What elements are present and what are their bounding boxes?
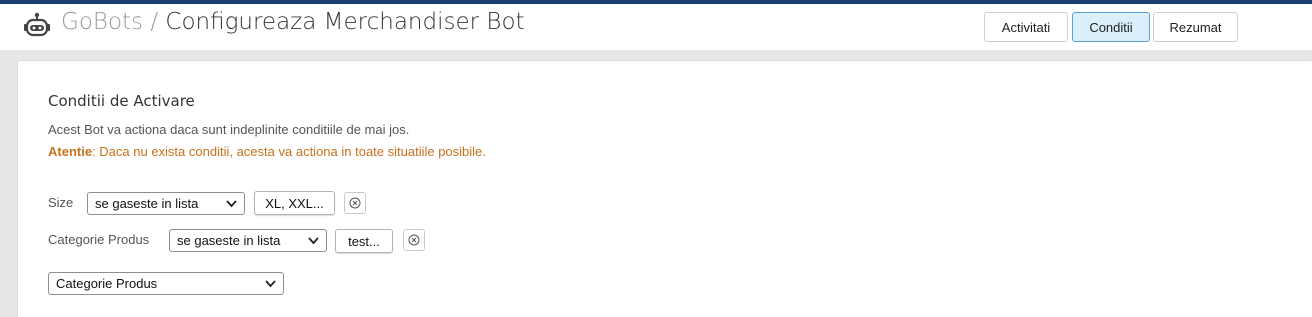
tab-activitati[interactable]: Activitati	[984, 12, 1068, 42]
close-circle-icon	[349, 197, 361, 209]
chevron-down-icon	[226, 200, 237, 208]
add-condition-value: Categorie Produs	[56, 276, 158, 291]
warning-message: : Daca nu exista conditii, acesta va act…	[92, 144, 486, 159]
condition-value-button[interactable]: test...	[335, 229, 393, 253]
section-heading: Conditii de Activare	[48, 92, 195, 110]
remove-condition-button[interactable]	[403, 229, 425, 251]
add-condition-select[interactable]: Categorie Produs	[48, 272, 284, 295]
close-circle-icon	[408, 234, 420, 246]
robot-icon	[24, 12, 50, 37]
page-title-text: Configureaza Merchandiser Bot	[165, 9, 525, 35]
chevron-down-icon	[308, 237, 319, 245]
warning-text: Atentie: Daca nu exista conditii, acesta…	[48, 144, 486, 159]
condition-operator-select[interactable]: se gaseste in lista	[169, 229, 327, 252]
condition-value-button[interactable]: XL, XXL...	[254, 191, 335, 215]
condition-operator-value: se gaseste in lista	[177, 233, 281, 248]
remove-condition-button[interactable]	[344, 192, 366, 214]
condition-field-label: Size	[48, 195, 74, 210]
tab-rezumat[interactable]: Rezumat	[1153, 12, 1238, 42]
condition-field-label: Categorie Produs	[48, 232, 150, 247]
condition-operator-select[interactable]: se gaseste in lista	[87, 192, 245, 215]
breadcrumb-separator: /	[143, 9, 166, 35]
tab-conditii[interactable]: Conditii	[1072, 12, 1150, 42]
chevron-down-icon	[265, 280, 276, 288]
condition-operator-value: se gaseste in lista	[95, 196, 199, 211]
page-title: GoBots / Configureaza Merchandiser Bot	[61, 9, 525, 35]
section-description: Acest Bot va actiona daca sunt indeplini…	[48, 122, 410, 137]
brand-link[interactable]: GoBots	[61, 9, 143, 35]
warning-label: Atentie	[48, 144, 93, 159]
